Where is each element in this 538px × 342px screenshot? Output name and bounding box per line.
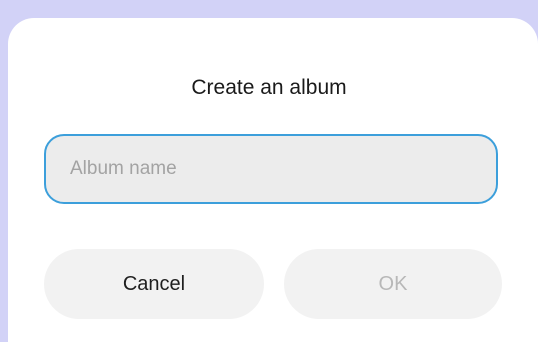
ok-button-label: OK bbox=[378, 272, 408, 295]
dialog-title: Create an album bbox=[191, 76, 347, 99]
cancel-button-label: Cancel bbox=[122, 272, 186, 295]
create-album-dialog: Create an album Cancel OK bbox=[8, 18, 538, 342]
ok-button[interactable]: OK bbox=[284, 249, 502, 319]
cancel-button[interactable]: Cancel bbox=[44, 249, 264, 319]
album-name-input[interactable] bbox=[44, 134, 498, 204]
